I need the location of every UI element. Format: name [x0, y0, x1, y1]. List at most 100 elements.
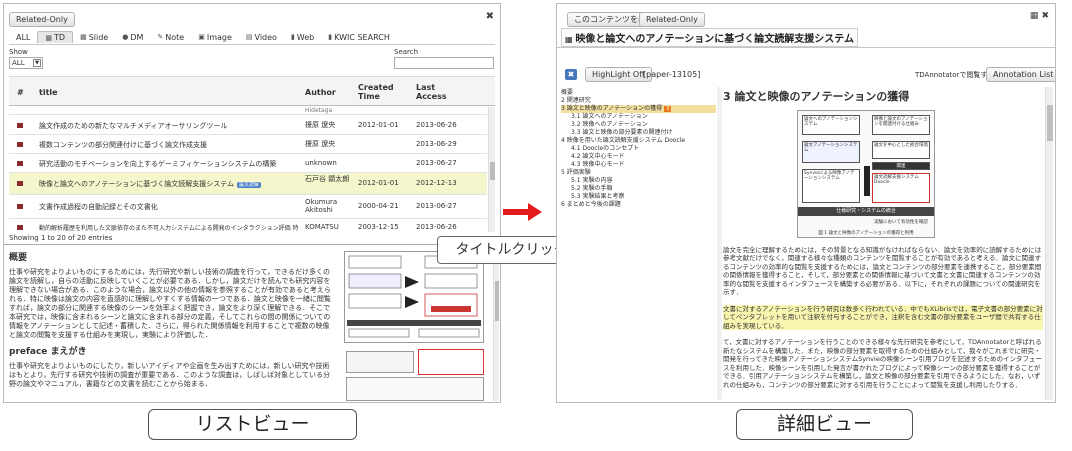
row-title[interactable]: 動的解析履歴を利用した文脈依存のまた不可入力システムによる開発のインタラクション…	[39, 223, 303, 232]
figure-box: Synvieによる映像アノテーションシステム	[802, 168, 860, 203]
toc-item[interactable]: 4 映像を用いた論文読解支援システム Doocle	[561, 137, 716, 145]
row-title[interactable]: 研究活動のモチベーションを向上するゲーミフィケーションシステムの構築	[39, 159, 303, 169]
row-last-access: 2013-06-26	[416, 121, 457, 129]
search-input[interactable]	[394, 57, 494, 69]
table-header: # title Author Created Time Last Access	[9, 76, 495, 106]
figure-thumbnail[interactable]	[344, 251, 484, 343]
table-row[interactable]: 文書作成過程の自動記録とその文書化 Okumura Akitoshi 2000-…	[9, 195, 487, 219]
row-author: Hidetaga	[305, 107, 333, 114]
toc-tag: 3	[664, 106, 672, 112]
toc-item[interactable]: 4.1 Doocleのコンセプト	[571, 145, 716, 153]
tab-video[interactable]: ▤ Video	[239, 31, 284, 43]
table-scrollbar[interactable]	[488, 107, 495, 232]
entries-table: Hidetaga 論文作成のための新たなマルチメディアオーサリングツール 榎原 …	[9, 107, 487, 232]
list-view-caption: リストビュー	[148, 409, 357, 440]
figure-box: 論文へのアノテーションシステム	[802, 114, 860, 135]
tab-image[interactable]: ▣ Image	[191, 31, 239, 43]
transition-arrow	[503, 209, 531, 215]
highlighted-paragraph[interactable]: 文書に対するアノテーションを行う研究は数多く行われている．中でもXLibrisで…	[723, 304, 1043, 330]
figure-box: 論文読解支援システム Doocle	[872, 172, 930, 203]
highlight-off-button[interactable]: HighLight Off	[585, 67, 652, 82]
row-author: 石戸谷 顕太朗	[305, 175, 350, 183]
col-author[interactable]: Author	[305, 88, 336, 97]
annotation-list-button[interactable]: Annotation List	[986, 67, 1055, 82]
toc-item[interactable]: 3.3 論文と映像の部分要素の関連付け	[571, 129, 716, 137]
row-last-access: 2013-06-27	[416, 159, 457, 167]
preview-scrollbar[interactable]	[493, 251, 499, 401]
dm-icon: ●	[122, 33, 129, 41]
table-row[interactable]: 動的解析履歴を利用した文脈依存のまた不可入力システムによる開発のインタラクション…	[9, 219, 487, 232]
toc-item[interactable]: 5 評価実験	[561, 169, 716, 177]
toc-item-current[interactable]: 3 論文と映像のアノテーションの獲得 3	[561, 105, 716, 113]
col-created[interactable]: Created Time	[358, 83, 396, 101]
row-title[interactable]: 論文作成のための新たなマルチメディアオーサリングツール	[39, 121, 303, 131]
tab-dm[interactable]: ● DM	[115, 31, 150, 43]
close-icon[interactable]: ✖	[565, 69, 577, 80]
table-of-contents: 概要 2 関連研究 3 論文と映像のアノテーションの獲得 3 3.1 論文へのアノ…	[561, 89, 716, 209]
row-title[interactable]: 映像と論文へのアノテーションに基づく論文読解支援システム 論文読解	[39, 179, 303, 189]
table-row[interactable]: Hidetaga	[9, 107, 487, 115]
video-thumbnail[interactable]	[346, 377, 484, 401]
chevron-down-icon: ▼	[33, 59, 41, 67]
row-created: 2000-04-21	[358, 202, 399, 210]
figure-box: 映像と論文のアノテーションを関連付ける仕組み	[872, 114, 930, 135]
row-author: Okumura Akitoshi	[305, 198, 338, 214]
entries-info: Showing 1 to 20 of 20 entries	[9, 234, 113, 242]
tab-slide[interactable]: ▦ Slide	[73, 31, 115, 43]
toc-item[interactable]: 5.3 実験結果と考察	[571, 193, 716, 201]
pane-divider[interactable]	[4, 244, 500, 245]
page-title: ▦ 映像と論文へのアノテーションに基づく論文読解支援システム	[561, 28, 858, 47]
row-title[interactable]: 複数コンテンツの部分関連付けに基づく論文作成支援	[39, 140, 303, 150]
toc-item[interactable]: 5.2 実験の手順	[571, 185, 716, 193]
tab-kwic-search[interactable]: ▮ KWIC SEARCH	[321, 31, 397, 43]
toc-item[interactable]: 3.1 論文へのアノテーション	[571, 113, 716, 121]
scrollbar-thumb[interactable]	[495, 281, 499, 321]
tab-all[interactable]: ALL	[9, 31, 37, 43]
toc-item[interactable]: 2 関連研究	[561, 97, 716, 105]
table-row-selected[interactable]: 映像と論文へのアノテーションに基づく論文読解支援システム 論文読解 石戸谷 顕太朗…	[9, 173, 487, 195]
table-row[interactable]: 論文作成のための新たなマルチメディアオーサリングツール 榎原 遼央 2012-0…	[9, 116, 487, 135]
related-only-button[interactable]: Related-Only	[9, 12, 75, 27]
preface-heading: preface まえがき	[9, 347, 87, 357]
show-label: Show	[9, 48, 28, 56]
tab-web[interactable]: ▮ Web	[284, 31, 321, 43]
show-select[interactable]: ALL ▼	[9, 57, 43, 69]
scrollbar-thumb[interactable]	[490, 162, 495, 180]
related-only-button[interactable]: Related-Only	[639, 12, 705, 27]
table-row[interactable]: 複数コンテンツの部分関連付けに基づく論文作成支援 榎原 遼央 2013-06-2…	[9, 135, 487, 154]
close-icon[interactable]: ✖	[486, 11, 494, 22]
section-figure[interactable]: 論文へのアノテーションシステム 映像と論文のアノテーションを関連付ける仕組み 論…	[797, 109, 935, 238]
detail-view-panel: このコンテンツを参照した 1 Related-Only ▦ ✖ ▦ 映像と論文へ…	[556, 3, 1056, 403]
window-controls-icon[interactable]: ▦ ✖	[1030, 11, 1049, 21]
toc-item[interactable]: 3.2 映像へのアノテーション	[571, 121, 716, 129]
toc-item[interactable]: 4.2 論文中心モード	[571, 153, 716, 161]
video-thumbnail[interactable]	[418, 349, 484, 375]
toc-scrollbar[interactable]	[717, 87, 722, 400]
abstract-text: 仕事や研究をよりよいものにするためには，先行研究や新しい技術の調査を行って，でき…	[9, 268, 331, 339]
td-icon	[17, 225, 23, 230]
table-row[interactable]: 研究活動のモチベーションを向上するゲーミフィケーションシステムの構築 unkno…	[9, 154, 487, 173]
row-author: 榎原 遼央	[305, 121, 336, 129]
tab-label: Image	[206, 32, 232, 42]
video-thumbnail[interactable]	[346, 351, 414, 373]
scrollbar-thumb[interactable]	[1047, 105, 1053, 141]
toc-item[interactable]: 6 まとめと今後の課題	[561, 201, 716, 209]
tab-note[interactable]: ✎ Note	[150, 31, 191, 43]
col-title[interactable]: title	[39, 88, 58, 97]
toc-item[interactable]: 概要	[561, 89, 716, 97]
tab-td[interactable]: ▦ TD	[37, 31, 74, 43]
toc-item[interactable]: 5.1 実験の内容	[571, 177, 716, 185]
tab-label: Note	[165, 32, 185, 42]
toc-item[interactable]: 4.3 映像中心モード	[571, 161, 716, 169]
row-title[interactable]: 文書作成過程の自動記録とその文書化	[39, 202, 303, 212]
search-label: Search	[394, 48, 419, 56]
content-scrollbar[interactable]	[1045, 87, 1053, 400]
paragraph: 論文を完全に理解するためには，その背景となる知識がなければならない．論文を効率的…	[723, 245, 1042, 297]
col-num[interactable]: #	[17, 88, 24, 97]
figure-label: 実験において有効性を確認	[874, 219, 928, 225]
tdannotator-link[interactable]: TDAnnotatorで閲覧する	[915, 70, 994, 80]
row-last-access: 2013-06-29	[416, 140, 457, 148]
col-last-access[interactable]: Last Access	[416, 83, 450, 101]
tab-label: DM	[130, 32, 144, 42]
image-icon: ▣	[198, 33, 205, 41]
